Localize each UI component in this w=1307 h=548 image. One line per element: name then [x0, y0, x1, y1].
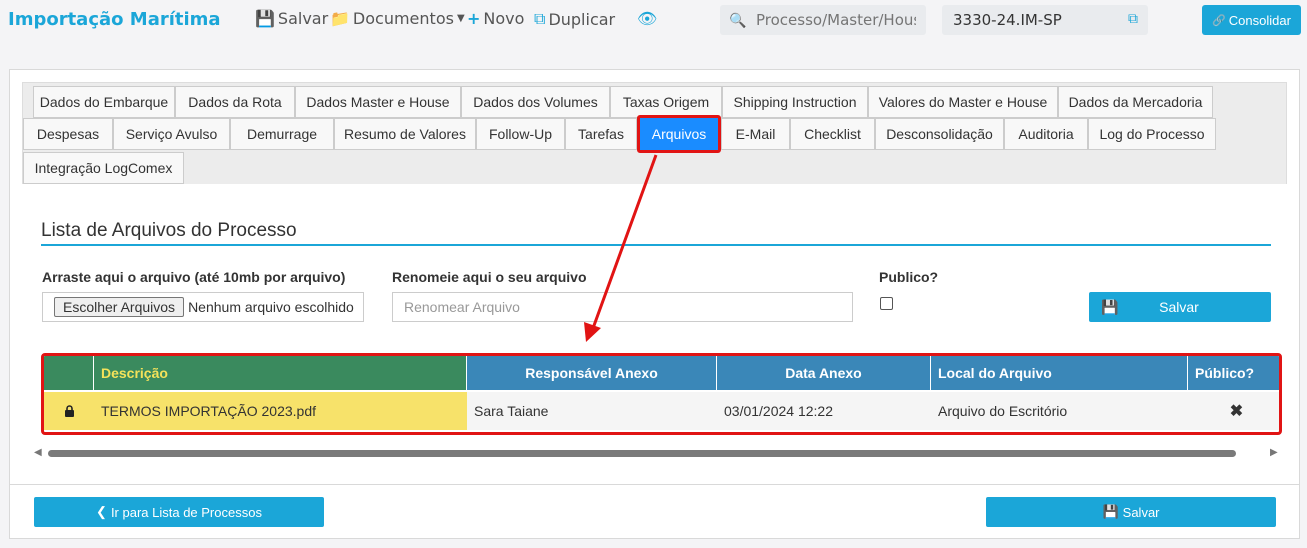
- file-description[interactable]: TERMOS IMPORTAÇÃO 2023.pdf: [94, 392, 467, 430]
- tab-dados-volumes[interactable]: Dados dos Volumes: [461, 86, 610, 118]
- no-file-text: Nenhum arquivo escolhido: [188, 299, 354, 315]
- public-cross-icon[interactable]: ✖: [1188, 392, 1279, 430]
- public-label: Publico?: [879, 269, 939, 285]
- save-toolbar-button[interactable]: 💾 Salvar: [255, 9, 328, 28]
- rename-label: Renomeie aqui o seu arquivo: [392, 269, 587, 285]
- save-file-button[interactable]: 💾 Salvar: [1089, 292, 1271, 322]
- app-title: Importação Marítima: [8, 9, 221, 30]
- tab-auditoria[interactable]: Auditoria: [1004, 118, 1088, 150]
- horizontal-scrollbar[interactable]: ◀ ▶: [32, 447, 1282, 459]
- tab-tarefas[interactable]: Tarefas: [565, 118, 637, 150]
- tab-dados-master-house[interactable]: Dados Master e House: [295, 86, 461, 118]
- lock-icon: [44, 392, 94, 430]
- copy-icon[interactable]: ⧉: [1128, 11, 1138, 27]
- process-number: 3330-24.IM-SP: [953, 11, 1062, 29]
- scroll-right-icon[interactable]: ▶: [1270, 447, 1278, 458]
- footer-save-button[interactable]: 💾 Salvar: [986, 497, 1276, 527]
- back-to-list-label: Ir para Lista de Processos: [110, 504, 262, 520]
- file-responsible: Sara Taiane: [467, 392, 717, 430]
- plus-icon: +: [467, 9, 481, 28]
- tab-email[interactable]: E-Mail: [721, 118, 790, 150]
- floppy-icon: 💾: [255, 9, 275, 28]
- top-bar: Importação Marítima 💾 Salvar 📁 Documento…: [0, 0, 1307, 50]
- file-date: 03/01/2024 12:22: [717, 392, 931, 430]
- footer-save-label: Salvar: [1122, 504, 1160, 520]
- file-location: Arquivo do Escritório: [931, 392, 1188, 430]
- files-table: Descrição Responsável Anexo Data Anexo L…: [41, 353, 1282, 435]
- tab-valores-master-house[interactable]: Valores do Master e House: [868, 86, 1058, 118]
- process-search: 🔍: [720, 5, 926, 35]
- tab-shipping-instruction[interactable]: Shipping Instruction: [722, 86, 868, 118]
- arrow-left-circle-icon: ❮: [96, 504, 107, 519]
- link-icon: 🔗: [1212, 14, 1226, 27]
- tab-servico-avulso[interactable]: Serviço Avulso: [113, 118, 230, 150]
- tab-follow-up[interactable]: Follow-Up: [476, 118, 565, 150]
- drop-label: Arraste aqui o arquivo (até 10mb por arq…: [42, 269, 346, 285]
- process-number-field[interactable]: 3330-24.IM-SP ⧉: [942, 5, 1148, 35]
- floppy-icon: 💾: [1102, 504, 1119, 519]
- duplicate-label: Duplicar: [548, 9, 616, 29]
- col-header-publico[interactable]: Público?: [1188, 356, 1279, 390]
- tab-desconsolidacao[interactable]: Desconsolidação: [875, 118, 1004, 150]
- footer: ❮ Ir para Lista de Processos 💾 Salvar: [9, 485, 1300, 539]
- process-search-input[interactable]: [756, 11, 916, 29]
- new-button[interactable]: + Novo: [467, 9, 524, 28]
- duplicate-button[interactable]: ⧉ Duplicar: [534, 9, 615, 29]
- save-file-label: Salvar: [1159, 299, 1199, 315]
- new-label: Novo: [483, 9, 525, 28]
- table-row[interactable]: TERMOS IMPORTAÇÃO 2023.pdf Sara Taiane 0…: [44, 392, 1279, 430]
- consolidate-label: Consolidar: [1228, 12, 1291, 28]
- tab-resumo-valores[interactable]: Resumo de Valores: [334, 118, 476, 150]
- col-header-descricao[interactable]: Descrição: [94, 356, 467, 390]
- caret-down-icon: ▼: [456, 13, 465, 24]
- col-header-data[interactable]: Data Anexo: [717, 356, 931, 390]
- consolidate-button[interactable]: 🔗 Consolidar: [1202, 5, 1301, 35]
- documents-label: Documentos: [352, 9, 454, 28]
- back-to-list-button[interactable]: ❮ Ir para Lista de Processos: [34, 497, 324, 527]
- documents-dropdown[interactable]: 📁 Documentos ▼: [330, 9, 465, 28]
- choose-files-button[interactable]: Escolher Arquivos: [54, 297, 185, 317]
- search-icon: 🔍: [729, 11, 747, 28]
- section-divider: [41, 244, 1271, 246]
- process-card: Dados do Embarque Dados da Rota Dados Ma…: [9, 69, 1300, 485]
- eye-icon: 👁: [637, 9, 658, 28]
- tab-dados-mercadoria[interactable]: Dados da Mercadoria: [1058, 86, 1213, 118]
- table-header: Descrição Responsável Anexo Data Anexo L…: [44, 356, 1279, 390]
- col-header-local[interactable]: Local do Arquivo: [931, 356, 1188, 390]
- tab-taxas-origem[interactable]: Taxas Origem: [610, 86, 722, 118]
- save-toolbar-label: Salvar: [277, 9, 329, 28]
- tab-checklist[interactable]: Checklist: [790, 118, 875, 150]
- tab-despesas[interactable]: Despesas: [23, 118, 113, 150]
- folder-icon: 📁: [330, 9, 350, 28]
- scroll-left-icon[interactable]: ◀: [34, 447, 42, 458]
- view-button[interactable]: 👁: [637, 9, 657, 28]
- file-input: Escolher Arquivos Nenhum arquivo escolhi…: [42, 292, 364, 322]
- tab-dados-rota[interactable]: Dados da Rota: [175, 86, 295, 118]
- scroll-thumb[interactable]: [48, 450, 1236, 457]
- col-header-responsavel[interactable]: Responsável Anexo: [467, 356, 717, 390]
- tab-bar: Dados do Embarque Dados da Rota Dados Ma…: [22, 82, 1287, 184]
- col-header-lock: [44, 356, 94, 390]
- copy-icon: ⧉: [534, 9, 546, 28]
- rename-input[interactable]: Renomear Arquivo: [392, 292, 853, 322]
- tab-dados-embarque[interactable]: Dados do Embarque: [33, 86, 175, 118]
- section-title: Lista de Arquivos do Processo: [41, 220, 297, 241]
- tab-integracao-logcomex[interactable]: Integração LogComex: [23, 152, 184, 184]
- public-checkbox[interactable]: [880, 297, 893, 310]
- tab-log-processo[interactable]: Log do Processo: [1088, 118, 1216, 150]
- floppy-icon: 💾: [1101, 299, 1119, 315]
- tab-arquivos[interactable]: Arquivos: [637, 115, 721, 153]
- tab-demurrage[interactable]: Demurrage: [230, 118, 334, 150]
